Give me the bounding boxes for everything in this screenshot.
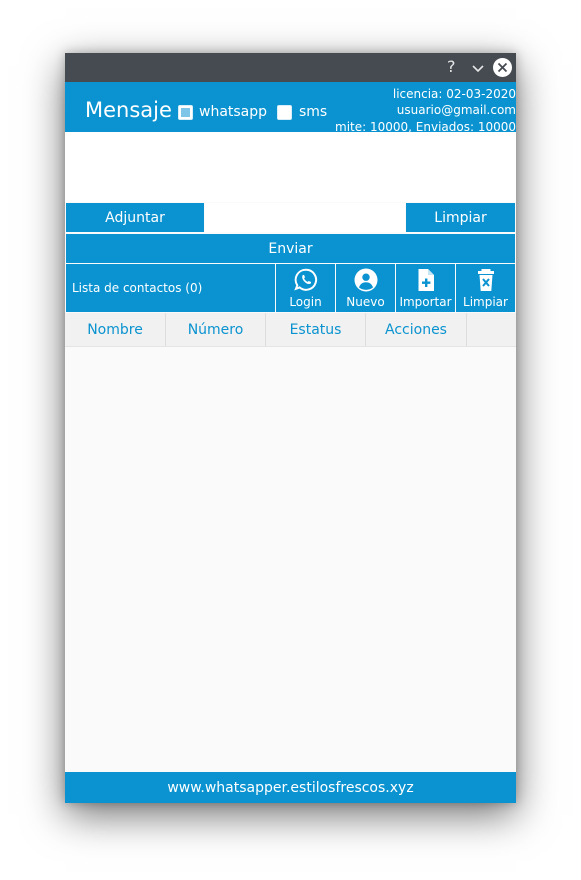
app-window: ? Mensaje whatsapp sms licencia: 02-03-2… [65, 53, 516, 803]
user-email: usuario@gmail.com [396, 103, 516, 117]
column-header-numero[interactable]: Número [166, 313, 266, 346]
footer-website[interactable]: www.whatsapper.estilosfrescos.xyz [65, 772, 516, 803]
clear-contacts-label: Limpiar [463, 295, 508, 309]
column-header-estatus[interactable]: Estatus [266, 313, 366, 346]
close-icon[interactable] [493, 58, 512, 77]
sms-checkbox[interactable] [277, 105, 292, 120]
clear-attachment-button[interactable]: Limpiar [406, 203, 515, 232]
license-text: licencia: 02-03-2020 [392, 87, 516, 101]
minimize-chevron-icon[interactable] [471, 61, 485, 75]
new-contact-label: Nuevo [346, 295, 385, 309]
contacts-toolbar: Lista de contactos (0) Login Nuevo Impor… [65, 264, 516, 312]
attach-row: Adjuntar Limpiar [65, 202, 516, 233]
login-button[interactable]: Login [276, 264, 335, 312]
message-textarea[interactable] [65, 132, 516, 202]
header-bar: Mensaje whatsapp sms licencia: 02-03-202… [65, 82, 516, 134]
title-bar[interactable]: ? [65, 53, 516, 82]
trash-icon [456, 268, 515, 292]
sms-checkbox-label[interactable]: sms [299, 103, 327, 121]
import-label: Importar [399, 295, 452, 309]
user-circle-icon [336, 268, 395, 292]
help-button[interactable]: ? [447, 57, 456, 77]
send-button[interactable]: Enviar [66, 234, 515, 263]
new-contact-button[interactable]: Nuevo [336, 264, 395, 312]
login-button-label: Login [289, 295, 322, 309]
contacts-list-label: Lista de contactos (0) [66, 264, 275, 312]
contacts-table-header: Nombre Número Estatus Acciones [65, 313, 516, 347]
column-header-nombre[interactable]: Nombre [65, 313, 166, 346]
column-header-acciones[interactable]: Acciones [366, 313, 467, 346]
whatsapp-checkbox[interactable] [178, 105, 193, 120]
import-button[interactable]: Importar [396, 264, 455, 312]
contacts-table-body[interactable] [65, 347, 516, 771]
attach-button[interactable]: Adjuntar [66, 203, 204, 232]
whatsapp-icon [276, 268, 335, 292]
attachment-field[interactable] [205, 203, 405, 232]
file-plus-icon [396, 268, 455, 292]
whatsapp-checkbox-label[interactable]: whatsapp [199, 103, 267, 121]
header-title: Mensaje [85, 98, 172, 122]
clear-contacts-button[interactable]: Limpiar [456, 264, 515, 312]
